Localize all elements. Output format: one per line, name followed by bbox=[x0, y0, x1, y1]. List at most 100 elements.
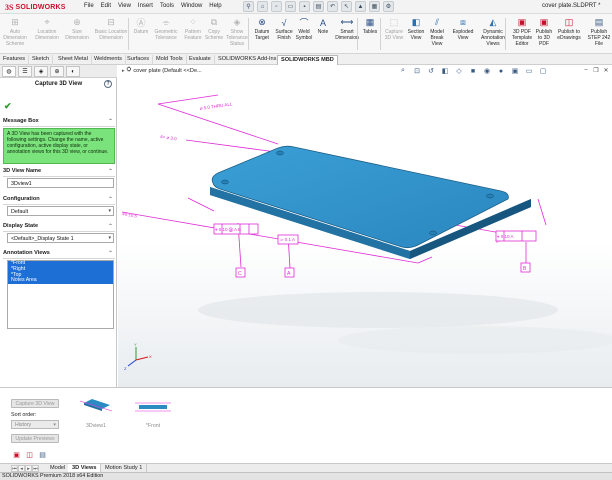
auto-dimension-button[interactable]: ⊞ Auto Dimension Scheme bbox=[2, 16, 28, 47]
configuration-manager-tab-icon[interactable]: ◈ bbox=[34, 66, 48, 77]
solidworks-logo[interactable]: 3S SOLIDWORKS bbox=[5, 2, 66, 12]
basic-location-dimension-button[interactable]: ⊟ Basic Location Dimension bbox=[93, 16, 129, 42]
minimize-icon[interactable]: – bbox=[582, 66, 590, 74]
dropdown-arrow-icon[interactable]: ▾ bbox=[108, 235, 111, 241]
view-name-input[interactable]: 3Dview1 bbox=[7, 178, 114, 188]
menu-edit[interactable]: Edit bbox=[101, 3, 111, 9]
view-settings-icon[interactable]: ▭ bbox=[524, 66, 534, 76]
zoom-to-fit-icon[interactable]: ⌕ bbox=[398, 66, 408, 76]
dimxpert-manager-tab-icon[interactable]: ⊕ bbox=[50, 66, 64, 77]
copy-scheme-button[interactable]: ⧉ Copy Scheme bbox=[203, 16, 225, 42]
feature-manager-tab-icon[interactable]: ◍ bbox=[2, 66, 16, 77]
sort-order-select[interactable]: History ▾ bbox=[11, 420, 59, 429]
apply-scene-icon[interactable]: ▣ bbox=[510, 66, 520, 76]
first-tab-arrow-icon[interactable]: ⏮ bbox=[11, 465, 18, 472]
tab-solidworks-mbd[interactable]: SOLIDWORKS MBD bbox=[277, 55, 338, 65]
exploded-view-button[interactable]: ⧈ Exploded View bbox=[450, 16, 476, 42]
pattern-feature-button[interactable]: ⁘ Pattern Feature bbox=[181, 16, 205, 42]
tab-sketch[interactable]: Sketch bbox=[29, 55, 54, 65]
collapse-chevron-icon[interactable]: ⌃ bbox=[108, 250, 113, 257]
dropdown-arrow-icon[interactable]: ▾ bbox=[108, 208, 111, 214]
home-icon[interactable]: ⌂ bbox=[257, 1, 268, 12]
annotation-view-item[interactable]: Notes Area bbox=[8, 278, 113, 285]
display-style-icon[interactable]: ■ bbox=[468, 66, 478, 76]
publish-step-242-button[interactable]: ▤ Publish STEP 242 File bbox=[586, 16, 612, 47]
tab-weldments[interactable]: Weldments bbox=[91, 55, 126, 65]
tab-surfaces[interactable]: Surfaces bbox=[124, 55, 154, 65]
configuration-heading[interactable]: Configuration ⌃ bbox=[3, 196, 115, 205]
publish-3d-pdf-button[interactable]: ▣ Publish to 3D PDF bbox=[534, 16, 554, 47]
show-tolerance-status-button[interactable]: ◈ Show Tolerance Status bbox=[226, 16, 248, 47]
last-tab-arrow-icon[interactable]: ⏭ bbox=[32, 465, 39, 472]
tree-part-label[interactable]: cover plate (Default <<De... bbox=[133, 68, 201, 74]
step-242-icon[interactable]: ▤ bbox=[38, 450, 47, 459]
message-box-heading[interactable]: Message Box ⌃ bbox=[3, 118, 115, 127]
capture-3d-view-button[interactable]: ⬚ Capture 3D View bbox=[383, 16, 405, 42]
pin-icon[interactable]: ⚲ bbox=[243, 1, 254, 12]
graphics-area[interactable]: ⌀ 5.0 THRU ALL 4× ⌀ 3.0 40 ±0.5 120 ±0.5… bbox=[118, 65, 612, 387]
model-viewport[interactable]: ⌀ 5.0 THRU ALL 4× ⌀ 3.0 40 ±0.5 120 ±0.5… bbox=[118, 65, 612, 387]
edit-appearance-icon[interactable]: ● bbox=[496, 66, 506, 76]
monitor-icon[interactable]: ▢ bbox=[538, 66, 548, 76]
publish-edrawings-button[interactable]: ◫ Publish to eDrawings bbox=[555, 16, 583, 42]
save-icon[interactable]: ▪ bbox=[299, 1, 310, 12]
file-properties-icon[interactable]: ▦ bbox=[369, 1, 380, 12]
capture-3d-view-button[interactable]: Capture 3D View bbox=[11, 399, 59, 408]
expand-arrow-icon[interactable]: ▸ bbox=[122, 68, 125, 74]
zoom-to-area-icon[interactable]: ⊡ bbox=[412, 66, 422, 76]
display-state-select[interactable]: <Default>_Display State 1 ▾ bbox=[7, 233, 114, 243]
tab-features[interactable]: Features bbox=[0, 55, 30, 65]
geometric-tolerance-button[interactable]: ⌯ Geometric Tolerance bbox=[152, 16, 180, 42]
ok-checkmark-icon[interactable]: ✔ bbox=[4, 101, 12, 112]
surface-finish-button[interactable]: √ Surface Finish bbox=[273, 16, 295, 42]
collapse-chevron-icon[interactable]: ⌃ bbox=[108, 223, 113, 230]
menu-tools[interactable]: Tools bbox=[160, 3, 174, 9]
annotation-views-heading[interactable]: Annotation Views ⌃ bbox=[3, 250, 115, 259]
location-dimension-button[interactable]: ⌖ Location Dimension bbox=[33, 16, 61, 42]
restore-icon[interactable]: ❐ bbox=[592, 66, 600, 74]
tables-button[interactable]: ▦ Tables bbox=[361, 16, 379, 36]
previous-tab-arrow-icon[interactable]: ◂ bbox=[18, 465, 25, 472]
menu-help[interactable]: Help bbox=[209, 3, 221, 9]
menu-insert[interactable]: Insert bbox=[138, 3, 153, 9]
close-icon[interactable]: ✕ bbox=[602, 66, 610, 74]
display-state-heading[interactable]: Display State ⌃ bbox=[3, 223, 115, 232]
model-break-view-button[interactable]: ⫽ Model Break View bbox=[428, 16, 446, 47]
collapse-chevron-icon[interactable]: ⌃ bbox=[108, 168, 113, 175]
update-previews-button[interactable]: Update Previews bbox=[11, 434, 59, 443]
view-name-heading[interactable]: 3D View Name ⌃ bbox=[3, 168, 115, 177]
property-manager-tab-icon[interactable]: ☰ bbox=[18, 66, 32, 77]
view-orientation-icon[interactable]: ◇ bbox=[454, 66, 464, 76]
3d-view-thumbnail[interactable]: *Front bbox=[133, 395, 173, 431]
display-manager-tab-icon[interactable]: ◐ bbox=[66, 66, 80, 77]
menu-view[interactable]: View bbox=[118, 3, 131, 9]
feature-tree-flyout[interactable]: ▸ ⛭ cover plate (Default <<De... bbox=[122, 67, 202, 74]
section-view-button[interactable]: ◧ Section View bbox=[406, 16, 426, 42]
publish-pdf-icon[interactable]: ▣ bbox=[12, 450, 21, 459]
menu-window[interactable]: Window bbox=[181, 3, 202, 9]
note-button[interactable]: A Note bbox=[314, 16, 332, 36]
tab-mold-tools[interactable]: Mold Tools bbox=[153, 55, 187, 65]
3d-view-thumbnail[interactable]: 3Dview1 bbox=[76, 395, 116, 431]
section-view-icon[interactable]: ◧ bbox=[440, 66, 450, 76]
select-icon[interactable]: ↖ bbox=[341, 1, 352, 12]
3d-pdf-template-editor-button[interactable]: ▣ 3D PDF Template Editor bbox=[510, 16, 534, 47]
dynamic-annotation-views-button[interactable]: ◭ Dynamic Annotation Views bbox=[478, 16, 508, 47]
open-icon[interactable]: ▭ bbox=[285, 1, 296, 12]
new-document-icon[interactable]: ▫ bbox=[271, 1, 282, 12]
undo-icon[interactable]: ↶ bbox=[327, 1, 338, 12]
weld-symbol-button[interactable]: ⌒ Weld Symbol bbox=[294, 16, 314, 42]
annotation-views-list[interactable]: *Front *Right *Top Notes Area bbox=[7, 260, 114, 329]
hide-show-items-icon[interactable]: ◉ bbox=[482, 66, 492, 76]
datum-button[interactable]: Ⓐ Datum bbox=[131, 16, 151, 36]
publish-edrawings-icon[interactable]: ◫ bbox=[25, 450, 34, 459]
tab-sheet-metal[interactable]: Sheet Metal bbox=[55, 55, 92, 65]
size-dimension-button[interactable]: ⊕ Size Dimension bbox=[64, 16, 90, 42]
tab-solidworks-add-ins[interactable]: SOLIDWORKS Add-Ins bbox=[215, 55, 281, 65]
menu-file[interactable]: File bbox=[84, 3, 94, 9]
print-icon[interactable]: ▤ bbox=[313, 1, 324, 12]
options-icon[interactable]: ⚙ bbox=[383, 1, 394, 12]
datum-target-button[interactable]: ⊗ Datum Target bbox=[251, 16, 273, 42]
dropdown-arrow-icon[interactable]: ▾ bbox=[53, 422, 56, 428]
rebuild-icon[interactable]: ▲ bbox=[355, 1, 366, 12]
